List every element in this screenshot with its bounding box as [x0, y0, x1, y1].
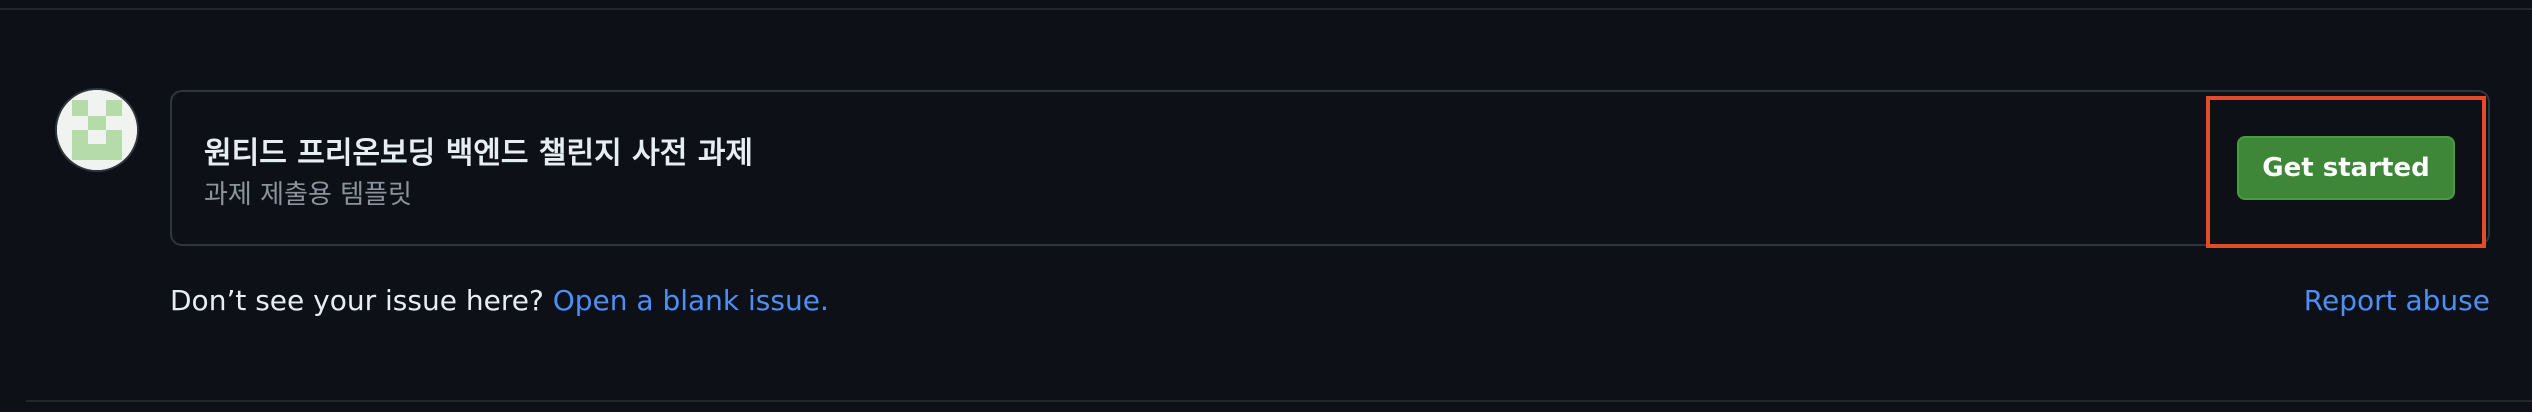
issue-template-card: 원티드 프리온보딩 백엔드 챌린지 사전 과제 과제 제출용 템플릿: [170, 90, 2490, 246]
identicon-icon: [57, 90, 137, 170]
get-started-button[interactable]: Get started: [2237, 136, 2455, 200]
top-divider: [0, 8, 2532, 10]
footer-prompt: Don’t see your issue here? Open a blank …: [170, 284, 829, 317]
report-abuse-link[interactable]: Report abuse: [2304, 284, 2490, 317]
template-description: 과제 제출용 템플릿: [204, 180, 412, 210]
identicon-avatar[interactable]: [57, 90, 137, 170]
open-blank-issue-link[interactable]: Open a blank issue.: [553, 284, 829, 317]
template-title: 원티드 프리온보딩 백엔드 챌린지 사전 과제: [204, 136, 754, 171]
bottom-divider: [26, 400, 2532, 402]
footer-prompt-text: Don’t see your issue here?: [170, 284, 553, 317]
